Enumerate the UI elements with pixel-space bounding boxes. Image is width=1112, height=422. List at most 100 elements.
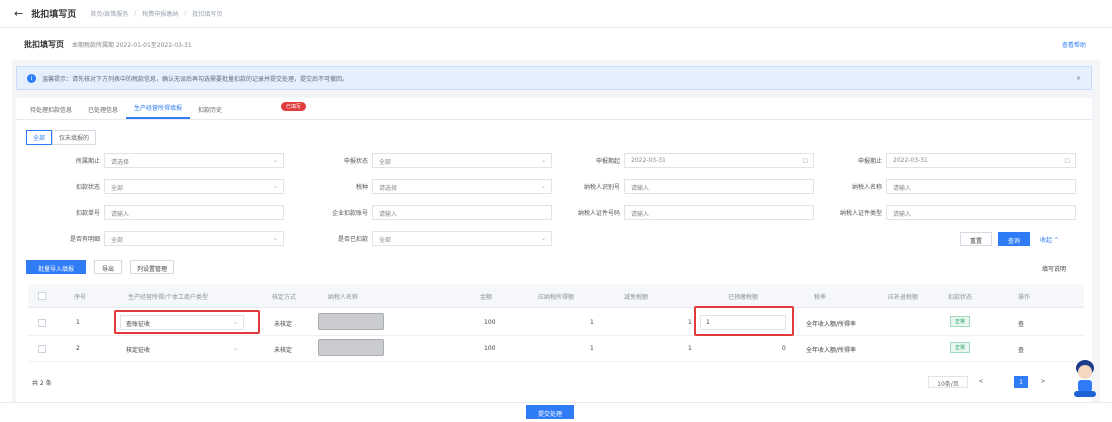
- row-number: 2: [76, 345, 80, 352]
- filter-row: 扣款单号 请输入 企业扣款账号 请输入 纳税人证件号码 请输入 纳税人证件类型 …: [16, 205, 1092, 221]
- row-checkbox[interactable]: [38, 345, 46, 353]
- method-cell: 未核定: [274, 321, 293, 328]
- filter-label: 纳税人证件号码: [577, 210, 620, 217]
- rate-cell: 全年收入额/所得率: [806, 347, 857, 354]
- column-header: 扣款状态: [948, 294, 973, 301]
- filter-label: 纳税人名称: [851, 184, 882, 191]
- column-header: 应纳税所得额: [538, 294, 575, 301]
- type-select[interactable]: 核定征收 ⌄: [120, 341, 244, 356]
- filter-select[interactable]: 请选择 ⌄: [372, 179, 552, 194]
- column-header: 金额: [480, 294, 493, 301]
- text-input[interactable]: 请输入: [886, 179, 1076, 194]
- filter-row: 是否有明细 全部 ⌄ 是否已扣款 全部 ⌄ 重置 查询 收起 ^: [16, 231, 1092, 247]
- close-icon[interactable]: ×: [1076, 75, 1081, 82]
- column-settings-button[interactable]: 列设置管理: [130, 260, 174, 274]
- breadcrumb-item-2[interactable]: 税费申报缴纳: [142, 9, 178, 18]
- batch-import-button[interactable]: 批量导入填报: [26, 260, 86, 274]
- notice-text: 温馨提示：请先核对下方列表中的税款信息，确认无误后再勾选需要批量扣款的记录并提交…: [42, 75, 349, 83]
- method-cell: 未核定: [274, 347, 293, 354]
- breadcrumb-separator: /: [184, 10, 187, 17]
- column-header: 减免税额: [624, 294, 649, 301]
- text-input[interactable]: 请输入: [104, 205, 284, 220]
- column-header: 序号: [74, 294, 87, 301]
- column-header: 纳税人名称: [328, 294, 359, 301]
- chevron-down-icon: ⌄: [272, 235, 278, 242]
- select-all-checkbox[interactable]: [38, 292, 46, 300]
- filter-label: 申报期起: [595, 158, 620, 165]
- subtab-unfilled[interactable]: 仅未填报的: [52, 130, 97, 145]
- page-size-select[interactable]: 10条/页: [928, 376, 968, 388]
- subtab-all[interactable]: 全部: [26, 130, 53, 145]
- tab-history[interactable]: 扣款历史: [190, 105, 230, 119]
- next-page-button[interactable]: >: [1036, 376, 1050, 388]
- view-action[interactable]: 查: [1018, 319, 1024, 328]
- filter-value: 请选择: [111, 159, 130, 166]
- filter-value: 请输入: [893, 211, 912, 218]
- text-input[interactable]: 请输入: [624, 205, 814, 220]
- tab-processed[interactable]: 已处理信息: [80, 105, 126, 119]
- tab-bar: 待处理扣款信息 已处理信息 生产经营所得填报 扣款历史: [16, 98, 1092, 120]
- instructions-link[interactable]: 填写说明: [1042, 264, 1066, 273]
- rate-cell: 全年收入额/所得率: [806, 321, 857, 328]
- filter-value: 请选择: [379, 185, 398, 192]
- help-link[interactable]: 查看帮助: [1062, 40, 1086, 49]
- filter-value: 2022-03-31: [893, 157, 928, 164]
- filter-value: 请输入: [631, 211, 650, 218]
- filter-value: 全部: [379, 237, 392, 244]
- breadcrumb-item-3: 批扣填写页: [192, 11, 223, 18]
- export-button[interactable]: 导出: [94, 260, 122, 274]
- tab-pending[interactable]: 待处理扣款信息: [22, 105, 80, 119]
- filter-value: 请输入: [631, 185, 650, 192]
- filter-label: 申报状态: [343, 158, 368, 165]
- footer-bar: 提交处理: [0, 402, 1112, 422]
- assistant-avatar-icon[interactable]: [1070, 356, 1100, 398]
- text-input[interactable]: 请输入: [886, 205, 1076, 220]
- filter-select[interactable]: 全部 ⌄: [372, 153, 552, 168]
- filter-value: 全部: [111, 237, 124, 244]
- value-cell: 1: [688, 345, 692, 352]
- filter-label: 是否有明细: [69, 236, 100, 243]
- filter-row: 所属期止 请选择 ⌄ 申报状态 全部 ⌄ 申报期起 2022-03-31 □ 申报期止…: [16, 153, 1092, 169]
- search-button[interactable]: 查询: [998, 232, 1030, 246]
- tab-badge: 已填写: [281, 102, 307, 111]
- date-input[interactable]: 2022-03-31 □: [624, 153, 814, 168]
- filter-select[interactable]: 全部 ⌄: [104, 231, 284, 246]
- view-action[interactable]: 查: [1018, 345, 1024, 354]
- text-input[interactable]: 请输入: [624, 179, 814, 194]
- amount-cell: 100: [484, 345, 496, 352]
- select-value: 核定征收: [126, 347, 151, 354]
- row-checkbox[interactable]: [38, 319, 46, 327]
- table-row: 1 查账征收 ⌄ 未核定 100 1 1 1 全年收入额/所得率 正常 查: [28, 306, 1084, 336]
- amount-cell: 100: [484, 319, 496, 326]
- filter-select[interactable]: 全部 ⌄: [372, 231, 552, 246]
- date-input[interactable]: 2022-03-31 □: [886, 153, 1076, 168]
- back-arrow-icon[interactable]: ←: [14, 7, 23, 20]
- filter-label: 申报期止: [857, 158, 882, 165]
- content-area: 批扣填写页 本期税款所属期 2022-01-01至2022-03-31 查看帮助…: [12, 28, 1100, 402]
- chevron-down-icon: ⌄: [540, 235, 546, 242]
- notice-banner: i 温馨提示：请先核对下方列表中的税款信息，确认无误后再勾选需要批量扣款的记录并…: [16, 66, 1092, 90]
- highlight-box: [114, 310, 260, 334]
- filter-label: 企业扣款账号: [331, 210, 368, 217]
- filter-value: 请输入: [893, 185, 912, 192]
- masked-name: [318, 339, 384, 356]
- reset-button[interactable]: 重置: [960, 232, 992, 246]
- page-title: 批扣填写页: [31, 10, 77, 20]
- filter-select[interactable]: 全部 ⌄: [104, 179, 284, 194]
- prev-page-button[interactable]: <: [974, 376, 988, 388]
- breadcrumb-item-1[interactable]: 首页/政策服务: [90, 9, 128, 18]
- filter-select[interactable]: 请选择 ⌄: [104, 153, 284, 168]
- tab-business-income[interactable]: 生产经营所得填报: [126, 103, 191, 119]
- value-cell: 1: [688, 319, 692, 326]
- page-1-button[interactable]: 1: [1014, 376, 1028, 388]
- column-header: 生产经营所得/个体工商户类型: [128, 294, 209, 301]
- filter-label: 扣款状态: [75, 184, 100, 191]
- info-icon: i: [27, 73, 36, 83]
- table-header: 序号 生产经营所得/个体工商户类型 核定方式 纳税人名称 金额 应纳税所得额 减…: [28, 284, 1084, 308]
- filter-label: 税种: [355, 184, 368, 191]
- calendar-icon: □: [1064, 157, 1070, 164]
- submit-button[interactable]: 提交处理: [526, 405, 574, 419]
- column-header: 税率: [814, 294, 827, 301]
- text-input[interactable]: 请输入: [372, 205, 552, 220]
- collapse-link[interactable]: 收起 ^: [1040, 235, 1059, 244]
